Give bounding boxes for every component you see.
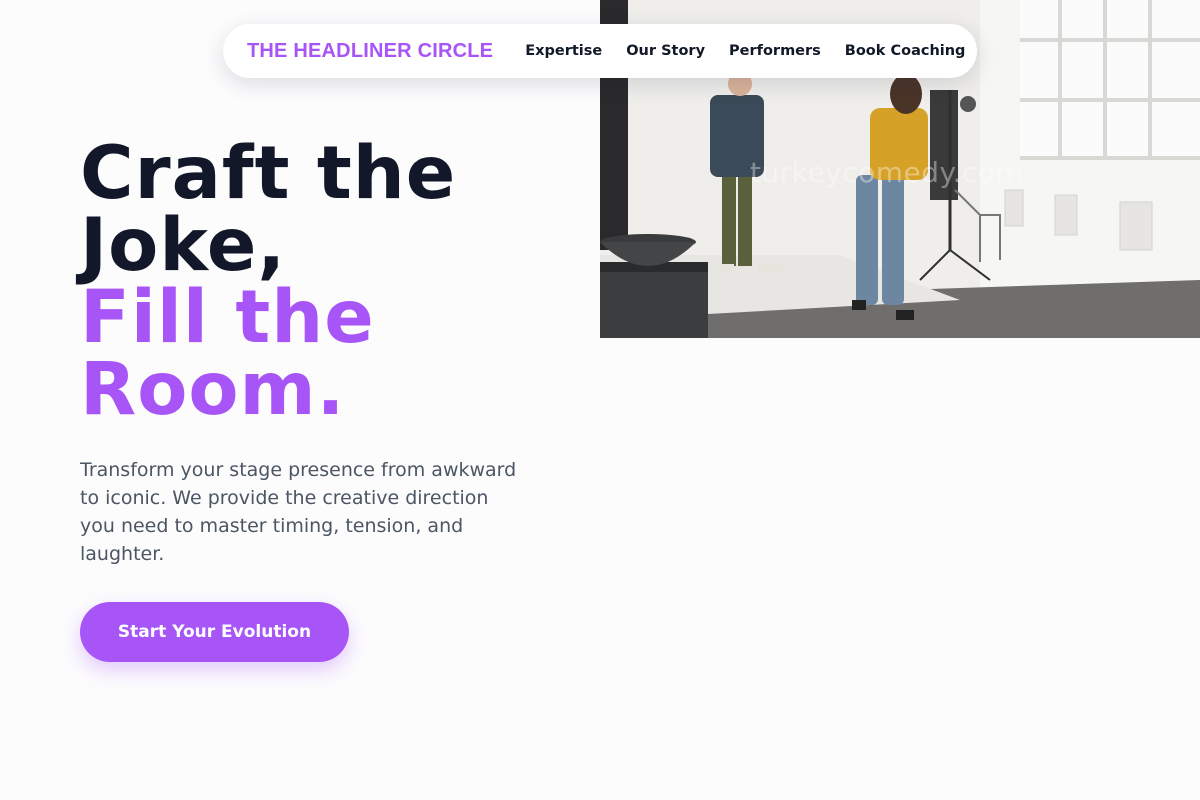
nav-links: Expertise Our Story Performers Book Coac…	[525, 43, 965, 59]
hero-headline: Craft the Joke, Fill the Room.	[80, 131, 560, 432]
brand-logo-link[interactable]: THE HEADLINER CIRCLE	[247, 40, 493, 63]
nav-link-our-story[interactable]: Our Story	[626, 43, 705, 59]
headline-accent-line-1: Fill the	[80, 275, 375, 360]
headline-line-2: Joke,	[80, 203, 287, 288]
nav-link-expertise[interactable]: Expertise	[525, 43, 602, 59]
headline-line-1: Craft the	[80, 131, 457, 216]
nav-link-performers[interactable]: Performers	[729, 43, 821, 59]
nav-link-book-coaching[interactable]: Book Coaching	[845, 43, 966, 59]
hero-section: Craft the Joke, Fill the Room. Transform…	[80, 131, 560, 662]
headline-accent-line-2: Room.	[80, 347, 346, 432]
hero-description: Transform your stage presence from awkwa…	[80, 459, 517, 565]
start-evolution-button[interactable]: Start Your Evolution	[80, 602, 349, 662]
top-navigation: THE HEADLINER CIRCLE Expertise Our Story…	[223, 24, 977, 78]
photo-watermark: turkeycomedy.com	[750, 156, 1024, 189]
